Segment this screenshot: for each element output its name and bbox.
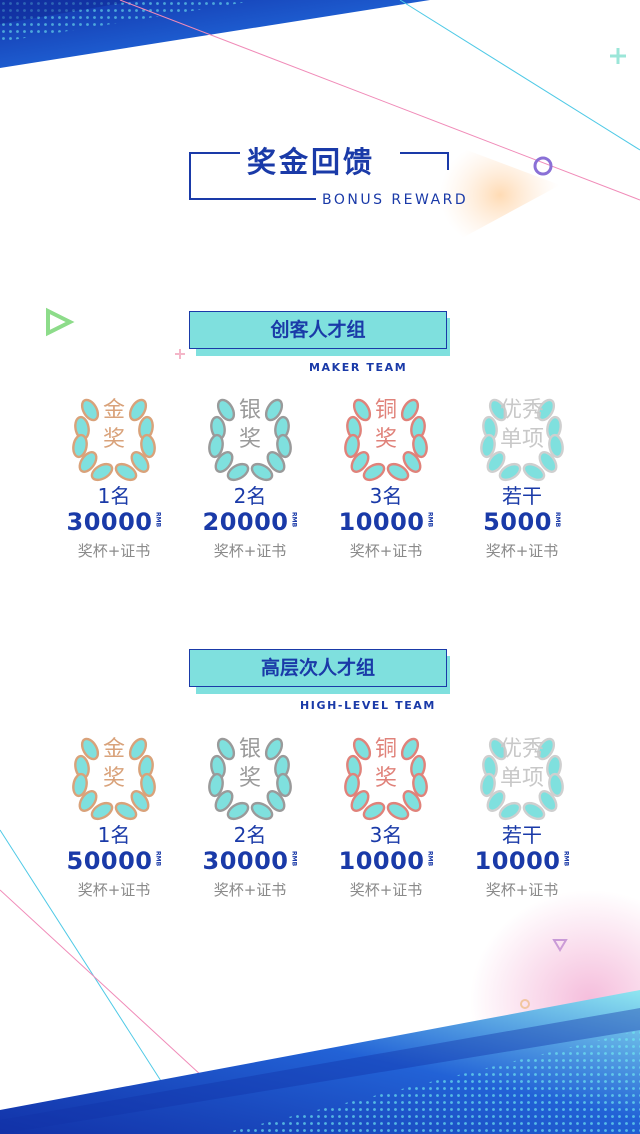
award-amount-row: 10000 RMB	[318, 847, 454, 875]
currency-label: RMB	[154, 851, 162, 867]
award-card: 优秀单项若干 5000 RMB 奖杯+证书	[454, 396, 590, 566]
award-amount: 30000	[202, 847, 289, 875]
award-card: 铜奖 3名 10000 RMB 奖杯+证书	[318, 735, 454, 905]
award-name-line2: 奖	[102, 427, 125, 452]
award-name-line1: 金	[102, 398, 125, 423]
currency-label: RMB	[154, 512, 162, 528]
award-name-line2: 奖	[374, 766, 397, 791]
award-name-line2: 单项	[499, 427, 544, 452]
award-amount: 5000	[483, 508, 552, 536]
award-count: 1名	[97, 484, 131, 508]
award-card: 银奖 2名 30000 RMB 奖杯+证书	[182, 735, 318, 905]
award-name-line1: 优秀	[499, 737, 544, 762]
award-prize: 奖杯+证书	[485, 881, 559, 899]
award-prize: 奖杯+证书	[485, 542, 559, 560]
award-card: 优秀单项若干 10000 RMB 奖杯+证书	[454, 735, 590, 905]
currency-label: RMB	[290, 512, 298, 528]
high-level-team-title: 高层次人才组	[260, 657, 375, 679]
award-name-line2: 奖	[238, 766, 261, 791]
award-name-line1: 银	[238, 737, 261, 762]
award-amount-row: 30000 RMB	[182, 847, 318, 875]
award-count: 3名	[369, 823, 403, 847]
award-card: 金奖 1名 50000 RMB 奖杯+证书	[46, 735, 182, 905]
currency-label: RMB	[553, 512, 561, 528]
award-count: 3名	[369, 484, 403, 508]
award-prize: 奖杯+证书	[213, 881, 287, 899]
award-name-line1: 优秀	[499, 398, 544, 423]
award-prize: 奖杯+证书	[77, 881, 151, 899]
award-amount-row: 30000 RMB	[46, 508, 182, 536]
award-name-line1: 金	[102, 737, 125, 762]
award-prize: 奖杯+证书	[349, 542, 423, 560]
award-amount-row: 10000 RMB	[318, 508, 454, 536]
award-name-line1: 铜	[374, 737, 397, 762]
currency-label: RMB	[426, 851, 434, 867]
award-name-line2: 奖	[238, 427, 261, 452]
award-card: 银奖 2名 20000 RMB 奖杯+证书	[182, 396, 318, 566]
award-count: 2名	[233, 823, 267, 847]
award-count: 2名	[233, 484, 267, 508]
high-level-team-subtitle: HIGH-LEVEL TEAM	[300, 699, 436, 712]
page-title: 奖金回馈	[247, 145, 376, 179]
currency-label: RMB	[290, 851, 298, 867]
maker-team-title: 创客人才组	[270, 319, 366, 341]
award-card: 金奖 1名 30000 RMB 奖杯+证书	[46, 396, 182, 566]
award-amount-row: 10000 RMB	[454, 847, 590, 875]
award-amount-row: 50000 RMB	[46, 847, 182, 875]
award-amount: 20000	[202, 508, 289, 536]
currency-label: RMB	[562, 851, 570, 867]
award-amount: 30000	[66, 508, 153, 536]
award-amount-row: 5000 RMB	[454, 508, 590, 536]
award-prize: 奖杯+证书	[349, 881, 423, 899]
award-name-line2: 单项	[499, 766, 544, 791]
maker-team-subtitle: MAKER TEAM	[309, 361, 408, 374]
award-card: 铜奖 3名 10000 RMB 奖杯+证书	[318, 396, 454, 566]
award-amount-row: 20000 RMB	[182, 508, 318, 536]
award-count: 1名	[97, 823, 131, 847]
award-amount: 50000	[66, 847, 153, 875]
award-name-line1: 银	[238, 398, 261, 423]
award-count: 若干	[502, 484, 542, 508]
award-prize: 奖杯+证书	[213, 542, 287, 560]
page-subtitle: BONUS REWARD	[322, 192, 469, 208]
award-name-line1: 铜	[374, 398, 397, 423]
award-name-line2: 奖	[374, 427, 397, 452]
currency-label: RMB	[426, 512, 434, 528]
award-amount: 10000	[338, 508, 425, 536]
award-name-line2: 奖	[102, 766, 125, 791]
award-amount: 10000	[474, 847, 561, 875]
award-count: 若干	[502, 823, 542, 847]
award-amount: 10000	[338, 847, 425, 875]
award-prize: 奖杯+证书	[77, 542, 151, 560]
